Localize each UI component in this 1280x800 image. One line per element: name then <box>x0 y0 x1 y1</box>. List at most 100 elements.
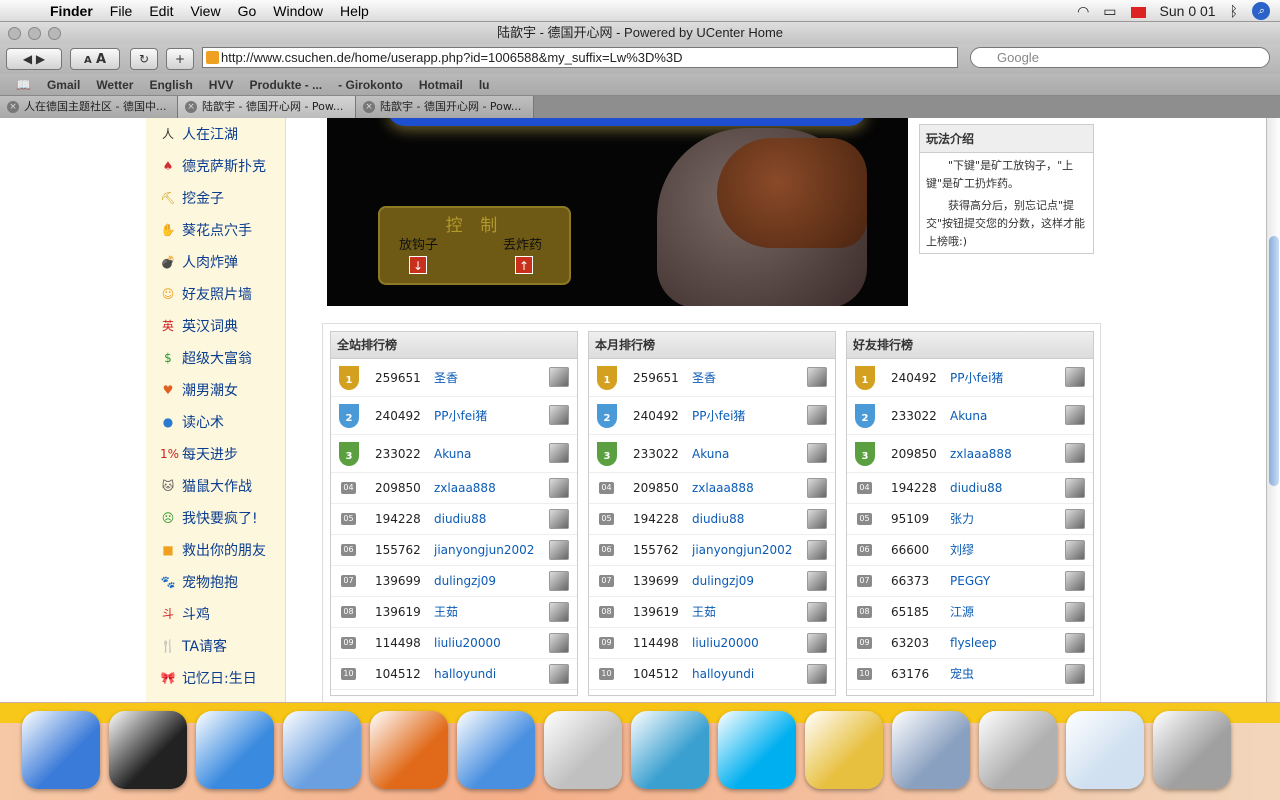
scrollbar-thumb[interactable] <box>1269 236 1279 486</box>
dock-iphoto-icon[interactable] <box>892 711 970 789</box>
tab-kaixin-2[interactable]: × 陆歆宇 - 德国开心网 - Pow... <box>356 96 534 118</box>
sidebar-item[interactable]: ✋ 葵花点穴手 <box>146 214 285 246</box>
dock-finder-icon[interactable] <box>22 711 100 789</box>
avatar[interactable] <box>1065 540 1085 560</box>
bookmark-english[interactable]: English <box>149 78 192 92</box>
player-name-link[interactable]: jianyongjun2002 <box>692 535 792 566</box>
dock-itunes-icon[interactable] <box>283 711 361 789</box>
player-name-link[interactable]: diudiu88 <box>692 504 744 535</box>
dock-mail-icon[interactable] <box>979 711 1057 789</box>
sidebar-item[interactable]: ♠ 德克萨斯扑克 <box>146 150 285 182</box>
avatar[interactable] <box>549 509 569 529</box>
sidebar-item[interactable]: ⛏ 挖金子 <box>146 182 285 214</box>
menu-help[interactable]: Help <box>340 3 369 19</box>
minimize-window-button[interactable] <box>28 27 41 40</box>
game-canvas[interactable]: 控 制 放钩子 丢炸药 ↓ ↑ <box>327 118 908 306</box>
menu-edit[interactable]: Edit <box>149 3 173 19</box>
avatar[interactable] <box>1065 443 1085 463</box>
sidebar-item[interactable]: 1% 每天进步 <box>146 438 285 470</box>
battery-icon[interactable]: ▭ <box>1103 3 1116 20</box>
avatar[interactable] <box>1065 405 1085 425</box>
bookmark-gmail[interactable]: Gmail <box>47 78 80 92</box>
avatar[interactable] <box>807 443 827 463</box>
avatar[interactable] <box>807 571 827 591</box>
avatar[interactable] <box>1065 478 1085 498</box>
avatar[interactable] <box>807 509 827 529</box>
sidebar-item[interactable]: 人人在江湖 <box>146 118 285 150</box>
sidebar-item[interactable]: ■ 救出你的朋友 <box>146 534 285 566</box>
player-name-link[interactable]: 宠虫 <box>950 659 974 690</box>
avatar[interactable] <box>1065 509 1085 529</box>
player-name-link[interactable]: zxlaaa888 <box>434 473 496 504</box>
player-name-link[interactable]: Akuna <box>692 435 729 473</box>
avatar[interactable] <box>549 540 569 560</box>
avatar[interactable] <box>807 367 827 387</box>
bookmark-lu[interactable]: lu <box>479 78 490 92</box>
player-name-link[interactable]: 刘缪 <box>950 535 974 566</box>
clock[interactable]: Sun 0 01 <box>1160 3 1216 19</box>
avatar[interactable] <box>549 405 569 425</box>
menu-file[interactable]: File <box>110 3 133 19</box>
dock-trash-icon[interactable] <box>1153 711 1231 789</box>
sidebar-item[interactable]: 🎀 记忆日:生日 <box>146 662 285 694</box>
player-name-link[interactable]: 王茹 <box>692 597 716 628</box>
player-name-link[interactable]: Akuna <box>950 397 987 435</box>
avatar[interactable] <box>549 367 569 387</box>
player-name-link[interactable]: liuliu20000 <box>434 628 501 659</box>
menu-view[interactable]: View <box>190 3 220 19</box>
add-bookmark-button[interactable]: + <box>166 48 194 70</box>
dock-screenshot-icon[interactable] <box>1066 711 1144 789</box>
bookmarks-book-icon[interactable]: 📖 <box>16 78 31 92</box>
avatar[interactable] <box>549 664 569 684</box>
bookmark-hvv[interactable]: HVV <box>209 78 234 92</box>
avatar[interactable] <box>1065 602 1085 622</box>
player-name-link[interactable]: zxlaaa888 <box>692 473 754 504</box>
sidebar-item[interactable]: ☺ 好友照片墙 <box>146 278 285 310</box>
close-tab-icon[interactable]: × <box>185 101 197 113</box>
dock-skype-icon[interactable] <box>718 711 796 789</box>
player-name-link[interactable]: 圣香 <box>434 359 458 397</box>
player-name-link[interactable]: 王茹 <box>434 597 458 628</box>
player-name-link[interactable]: PP小fei猪 <box>434 397 487 435</box>
input-flag-icon[interactable] <box>1130 3 1146 19</box>
dock-system-preferences-icon[interactable] <box>544 711 622 789</box>
player-name-link[interactable]: 张力 <box>950 504 974 535</box>
sidebar-item[interactable]: 🐾 宠物抱抱 <box>146 566 285 598</box>
bookmark-produkte[interactable]: Produkte - ... <box>249 78 322 92</box>
sidebar-item[interactable]: ♥ 潮男潮女 <box>146 374 285 406</box>
bookmark-hotmail[interactable]: Hotmail <box>419 78 463 92</box>
text-size-buttons[interactable]: A A <box>70 48 120 70</box>
avatar[interactable] <box>1065 633 1085 653</box>
sidebar-item[interactable]: 🐱 猫鼠大作战 <box>146 470 285 502</box>
player-name-link[interactable]: PP小fei猪 <box>692 397 745 435</box>
player-name-link[interactable]: 江源 <box>950 597 974 628</box>
avatar[interactable] <box>1065 571 1085 591</box>
sidebar-item[interactable]: ☹ 我快要疯了! <box>146 502 285 534</box>
player-name-link[interactable]: dulingzj09 <box>434 566 496 597</box>
player-name-link[interactable]: diudiu88 <box>950 473 1002 504</box>
player-name-link[interactable]: PP小fei猪 <box>950 359 1003 397</box>
player-name-link[interactable]: Akuna <box>434 435 471 473</box>
close-window-button[interactable] <box>8 27 21 40</box>
avatar[interactable] <box>807 664 827 684</box>
reload-button[interactable]: ↻ <box>130 48 158 70</box>
player-name-link[interactable]: dulingzj09 <box>692 566 754 597</box>
avatar[interactable] <box>549 478 569 498</box>
avatar[interactable] <box>807 478 827 498</box>
player-name-link[interactable]: jianyongjun2002 <box>434 535 534 566</box>
player-name-link[interactable]: 圣香 <box>692 359 716 397</box>
menu-go[interactable]: Go <box>238 3 257 19</box>
close-tab-icon[interactable]: × <box>363 101 375 113</box>
sidebar-item[interactable]: $ 超级大富翁 <box>146 342 285 374</box>
dock-messenger-icon[interactable] <box>631 711 709 789</box>
player-name-link[interactable]: zxlaaa888 <box>950 435 1012 473</box>
sidebar-item[interactable]: 英英汉词典 <box>146 310 285 342</box>
avatar[interactable] <box>1065 367 1085 387</box>
spotlight-icon[interactable]: ⌕ <box>1252 2 1270 20</box>
url-field[interactable]: http://www.csuchen.de/home/userapp.php?i… <box>202 47 958 68</box>
dock-safari-icon[interactable] <box>196 711 274 789</box>
close-tab-icon[interactable]: × <box>7 101 19 113</box>
sidebar-item[interactable]: 斗斗鸡 <box>146 598 285 630</box>
dock-folder-icon[interactable] <box>805 711 883 789</box>
sidebar-item[interactable]: 💣 人肉炸弹 <box>146 246 285 278</box>
